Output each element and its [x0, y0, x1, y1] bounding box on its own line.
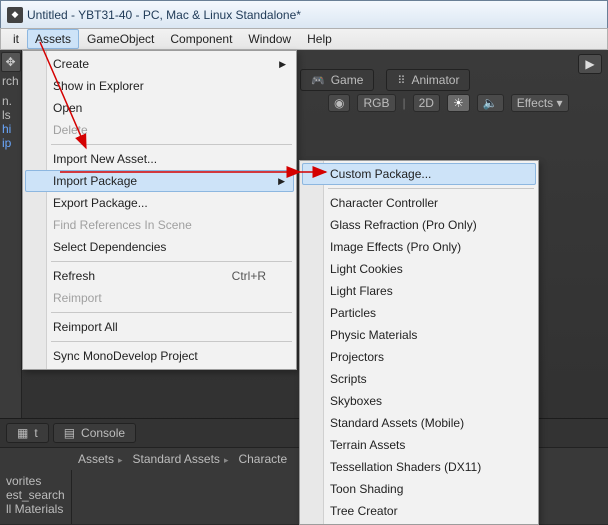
submenu-tree-creator[interactable]: Tree Creator: [302, 500, 536, 522]
submenu-skyboxes[interactable]: Skyboxes: [302, 390, 536, 412]
menu-separator: [51, 144, 292, 145]
left-panel-fragment: rch n. ls hi ip: [0, 74, 22, 150]
move-tool-icon[interactable]: ✥: [1, 52, 21, 72]
submenu-projectors[interactable]: Projectors: [302, 346, 536, 368]
menu-create[interactable]: Create ▶: [25, 53, 294, 75]
left-frag-2: n.: [0, 94, 22, 108]
project-icon: ▦: [17, 426, 28, 440]
app-icon: ◆: [7, 7, 23, 23]
chevron-right-icon: ▶: [279, 59, 286, 70]
light-toggle[interactable]: ☀: [447, 94, 470, 112]
chevron-right-icon: ▶: [278, 176, 285, 187]
menu-open[interactable]: Open: [25, 97, 294, 119]
submenu-standard-assets-mobile[interactable]: Standard Assets (Mobile): [302, 412, 536, 434]
game-icon: 🎮: [311, 74, 325, 87]
rgb-toggle[interactable]: RGB: [357, 94, 395, 112]
menu-import-new-asset[interactable]: Import New Asset...: [25, 148, 294, 170]
favorite-search-clipped[interactable]: est_search: [6, 488, 65, 502]
menu-assets[interactable]: Assets: [27, 29, 79, 49]
submenu-light-flares[interactable]: Light Flares: [302, 280, 536, 302]
window-titlebar: ◆ Untitled - YBT31-40 - PC, Mac & Linux …: [0, 0, 608, 28]
menubar: it Assets GameObject Component Window He…: [0, 28, 608, 50]
submenu-character-controller[interactable]: Character Controller: [302, 192, 536, 214]
play-button[interactable]: ▶: [578, 54, 602, 74]
assets-dropdown: Create ▶ Show in Explorer Open Delete Im…: [22, 50, 297, 370]
favorite-materials-clipped[interactable]: ll Materials: [6, 502, 65, 516]
submenu-terrain-assets[interactable]: Terrain Assets: [302, 434, 536, 456]
submenu-toon-shading[interactable]: Toon Shading: [302, 478, 536, 500]
menu-edit-clipped[interactable]: it: [5, 29, 27, 49]
submenu-particles[interactable]: Particles: [302, 302, 536, 324]
menu-create-label: Create: [53, 57, 89, 71]
menu-reimport: Reimport: [25, 287, 294, 309]
menu-refresh-shortcut: Ctrl+R: [232, 269, 266, 283]
menu-gameobject[interactable]: GameObject: [79, 29, 162, 49]
menu-reimport-all[interactable]: Reimport All: [25, 316, 294, 338]
console-icon: ▤: [64, 426, 75, 440]
mode-2d-toggle[interactable]: 2D: [413, 94, 440, 112]
menu-separator: [51, 261, 292, 262]
breadcrumb-standard-assets[interactable]: Standard Assets: [133, 452, 233, 466]
menu-component[interactable]: Component: [162, 29, 240, 49]
tab-game[interactable]: 🎮 Game: [300, 69, 374, 91]
breadcrumb-characters-clipped[interactable]: Characte: [238, 452, 295, 466]
audio-toggle[interactable]: 🔈: [477, 94, 504, 112]
menu-import-package-label: Import Package: [53, 174, 137, 188]
submenu-light-cookies[interactable]: Light Cookies: [302, 258, 536, 280]
left-frag-4: hi: [0, 122, 22, 136]
menu-separator: [51, 341, 292, 342]
tab-console[interactable]: ▤ Console: [53, 423, 136, 443]
menu-delete: Delete: [25, 119, 294, 141]
menu-show-in-explorer[interactable]: Show in Explorer: [25, 75, 294, 97]
left-frag-5: ip: [0, 136, 22, 150]
menu-window[interactable]: Window: [240, 29, 299, 49]
menu-select-dependencies[interactable]: Select Dependencies: [25, 236, 294, 258]
favorites-column: vorites est_search ll Materials: [0, 470, 72, 524]
effects-dropdown[interactable]: Effects ▾: [511, 94, 569, 112]
menu-help[interactable]: Help: [299, 29, 340, 49]
menu-export-package[interactable]: Export Package...: [25, 192, 294, 214]
submenu-custom-package[interactable]: Custom Package...: [302, 163, 536, 185]
view-toolbar: ◉ RGB | 2D ☀ 🔈 Effects ▾: [328, 94, 569, 112]
effects-label: Effects: [517, 96, 553, 110]
tab-animator-label: Animator: [411, 73, 459, 87]
menu-import-package[interactable]: Import Package ▶: [25, 170, 294, 192]
tab-project-label: t: [34, 426, 37, 440]
breadcrumb-assets[interactable]: Assets: [78, 452, 127, 466]
menu-refresh-label: Refresh: [53, 269, 95, 283]
menu-sync-monodevelop[interactable]: Sync MonoDevelop Project: [25, 345, 294, 367]
menu-find-references: Find References In Scene: [25, 214, 294, 236]
left-frag-3: ls: [0, 108, 22, 122]
gizmo-icon[interactable]: ◉: [328, 94, 350, 112]
import-package-submenu: Custom Package... Character Controller G…: [299, 160, 539, 525]
animator-icon: ⠿: [397, 74, 405, 87]
window-title: Untitled - YBT31-40 - PC, Mac & Linux St…: [27, 8, 301, 22]
view-tabs: 🎮 Game ⠿ Animator: [300, 62, 470, 98]
submenu-scripts[interactable]: Scripts: [302, 368, 536, 390]
tab-game-label: Game: [331, 73, 364, 87]
favorites-header-clipped: vorites: [6, 474, 65, 488]
menu-separator: [328, 188, 534, 189]
submenu-glass-refraction[interactable]: Glass Refraction (Pro Only): [302, 214, 536, 236]
left-frag-1: rch: [0, 74, 22, 88]
submenu-tessellation-shaders[interactable]: Tessellation Shaders (DX11): [302, 456, 536, 478]
tab-console-label: Console: [81, 426, 125, 440]
tab-animator[interactable]: ⠿ Animator: [386, 69, 470, 91]
submenu-image-effects[interactable]: Image Effects (Pro Only): [302, 236, 536, 258]
tab-project-clipped[interactable]: ▦t: [6, 423, 49, 443]
submenu-physic-materials[interactable]: Physic Materials: [302, 324, 536, 346]
menu-separator: [51, 312, 292, 313]
menu-refresh[interactable]: Refresh Ctrl+R: [25, 265, 294, 287]
